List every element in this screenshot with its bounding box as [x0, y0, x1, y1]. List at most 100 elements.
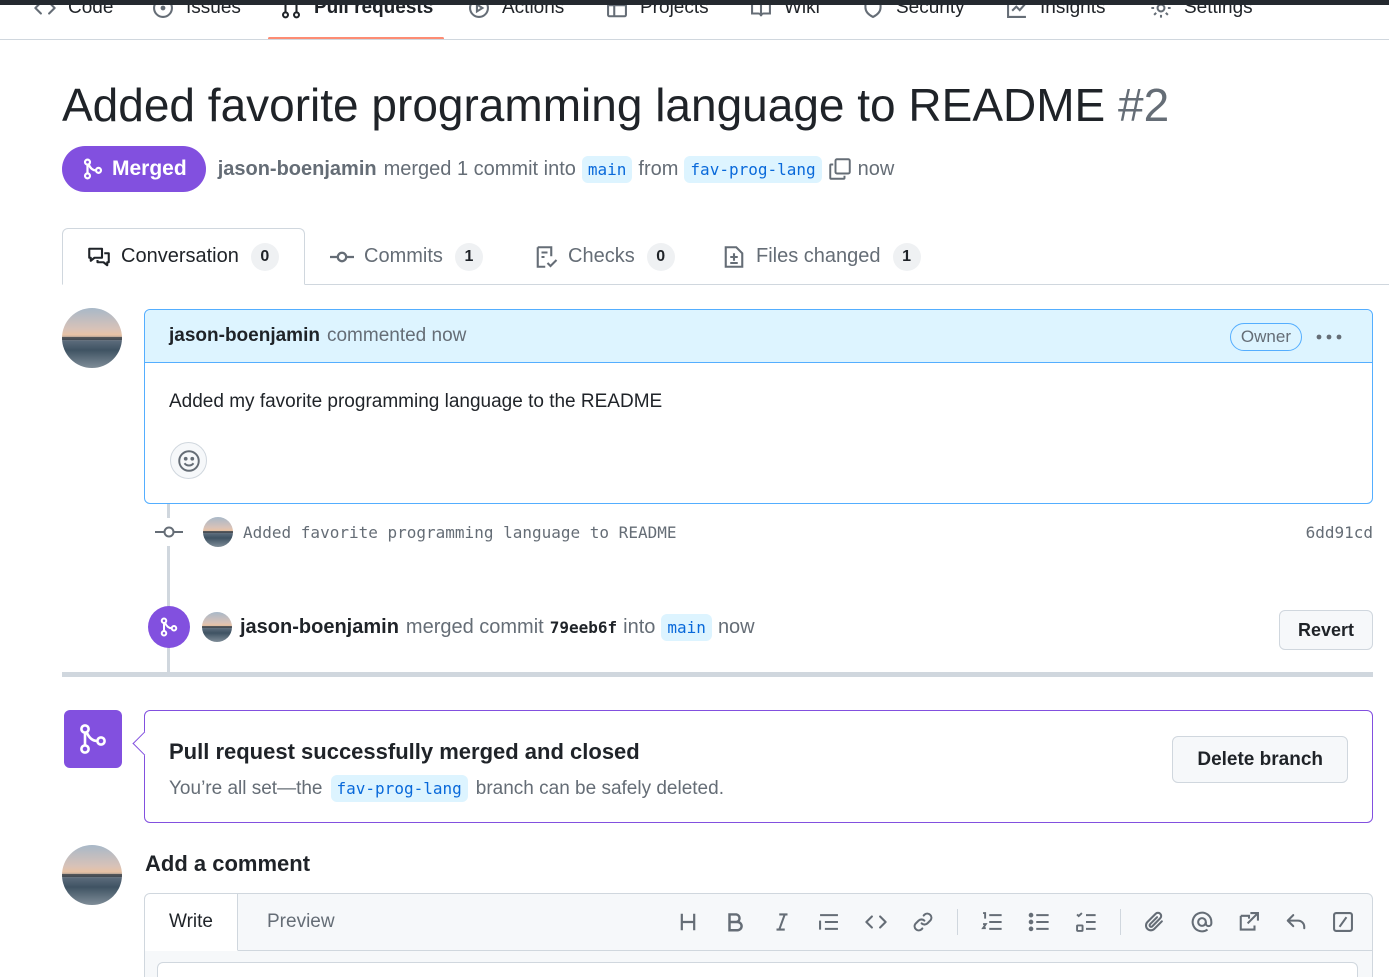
pr-title: Added favorite programming language to R… — [62, 78, 1169, 132]
into-text: into — [623, 615, 656, 638]
kebab-menu-icon[interactable] — [1314, 325, 1344, 349]
merge-status-title: Pull request successfully merged and clo… — [169, 739, 640, 764]
repo-tab-issues[interactable]: Issues — [152, 5, 241, 23]
comment-header: jason-boenjamin commented now Owner — [145, 310, 1372, 363]
issue-icon — [153, 5, 173, 18]
merge-branch[interactable]: main — [661, 613, 712, 641]
cross-reference-icon[interactable] — [1234, 907, 1264, 937]
git-merge-icon — [83, 158, 103, 180]
git-merge-icon — [148, 606, 190, 648]
comment-action: commented now — [326, 325, 467, 346]
pr-number: #2 — [1118, 79, 1170, 131]
file-diff-icon — [724, 245, 744, 268]
comment-textarea[interactable] — [157, 962, 1358, 977]
mention-icon[interactable] — [1187, 907, 1217, 937]
book-icon — [751, 5, 771, 17]
pr-tabs: Conversation 0 Commits 1 Checks 0 Files … — [0, 228, 1389, 285]
commit-sha-link[interactable]: 6dd91cd — [1306, 523, 1373, 542]
git-merge-icon — [64, 710, 122, 768]
graph-icon — [1007, 5, 1026, 18]
copy-icon[interactable] — [828, 157, 852, 181]
timeline-commit: Added favorite programming language to R… — [155, 515, 1373, 549]
pr-author-link[interactable]: jason-boenjamin — [218, 158, 377, 181]
pr-time: now — [857, 157, 895, 180]
shield-icon — [864, 5, 882, 19]
commit-message-link[interactable]: Added favorite programming language to R… — [243, 523, 676, 542]
delete-branch-button[interactable]: Delete branch — [1172, 736, 1348, 783]
repo-tab-actions[interactable]: Actions — [468, 5, 564, 23]
merge-text: merged commit — [405, 615, 544, 638]
repo-tab-settings[interactable]: Settings — [1150, 5, 1253, 23]
link-icon[interactable] — [908, 907, 938, 937]
paperclip-icon[interactable] — [1140, 907, 1170, 937]
editor-tabs: Write Preview — [145, 894, 1372, 951]
checks-count: 0 — [646, 242, 675, 271]
pull-request-icon — [281, 5, 301, 19]
toolbar-divider — [1120, 909, 1121, 935]
base-branch[interactable]: main — [581, 155, 633, 183]
repo-nav: Code Issues Pull requests Actions Projec… — [0, 5, 1389, 40]
revert-button[interactable]: Revert — [1278, 610, 1373, 650]
tab-commits[interactable]: Commits 1 — [330, 228, 483, 285]
add-comment-heading: Add a comment — [145, 851, 311, 876]
toolbar-divider — [957, 909, 958, 935]
timeline-merge-event: jason-boenjamin merged commit 79eeb6f in… — [148, 606, 1373, 650]
tab-checks[interactable]: Checks 0 — [534, 228, 675, 285]
merge-status-desc: You’re all set—the fav-prog-lang branch … — [169, 775, 724, 802]
repo-tab-security[interactable]: Security — [862, 5, 965, 23]
repo-tab-wiki[interactable]: Wiki — [750, 5, 820, 23]
write-tab[interactable]: Write — [145, 894, 238, 951]
slash-command-icon[interactable] — [1328, 907, 1358, 937]
repo-tab-insights[interactable]: Insights — [1006, 5, 1105, 23]
active-tab-underline — [268, 37, 444, 39]
bold-icon[interactable] — [720, 907, 750, 937]
owner-badge: Owner — [1229, 323, 1302, 351]
add-reaction-button[interactable] — [170, 442, 207, 479]
play-icon — [469, 5, 489, 18]
commit-avatar[interactable] — [203, 517, 233, 547]
avatar[interactable] — [62, 845, 122, 905]
quote-icon[interactable] — [814, 907, 844, 937]
git-commit-icon — [330, 251, 354, 262]
reply-icon[interactable] — [1281, 907, 1311, 937]
code-icon[interactable] — [861, 907, 891, 937]
gear-icon — [1151, 5, 1171, 18]
merge-avatar[interactable] — [202, 612, 232, 642]
heading-icon[interactable] — [673, 907, 703, 937]
repo-tab-pull-requests[interactable]: Pull requests — [280, 5, 433, 23]
italic-icon[interactable] — [767, 907, 797, 937]
from-text: from — [638, 157, 679, 180]
deletable-branch[interactable]: fav-prog-lang — [330, 775, 468, 802]
commits-count: 1 — [454, 242, 483, 271]
head-branch[interactable]: fav-prog-lang — [684, 155, 822, 183]
git-commit-icon — [155, 518, 183, 546]
tab-conversation[interactable]: Conversation 0 — [62, 228, 305, 285]
avatar[interactable] — [62, 308, 122, 368]
merge-status-box: Pull request successfully merged and clo… — [144, 710, 1373, 823]
checklist-icon — [536, 245, 558, 268]
repo-tab-projects[interactable]: Projects — [606, 5, 709, 23]
markdown-toolbar — [656, 907, 1358, 937]
unordered-list-icon[interactable] — [1024, 907, 1054, 937]
comment-discussion-icon — [88, 247, 110, 266]
merge-author-link[interactable]: jason-boenjamin — [240, 616, 399, 639]
task-list-icon[interactable] — [1071, 907, 1101, 937]
merge-sha-link[interactable]: 79eeb6f — [550, 618, 617, 637]
merged-text: merged 1 commit into — [383, 157, 576, 180]
merge-time: now — [717, 615, 755, 638]
pr-description-comment: jason-boenjamin commented now Owner Adde… — [144, 309, 1373, 504]
smiley-icon — [177, 449, 200, 472]
pr-meta: Merged jason-boenjamin merged 1 commit i… — [62, 146, 894, 192]
conversation-count: 0 — [250, 242, 279, 271]
code-icon — [34, 5, 56, 15]
tab-files-changed[interactable]: Files changed 1 — [722, 228, 921, 285]
ordered-list-icon[interactable] — [977, 907, 1007, 937]
repo-tab-code[interactable]: Code — [34, 5, 113, 23]
table-icon — [607, 5, 627, 18]
preview-tab[interactable]: Preview — [243, 894, 359, 951]
pr-title-text: Added favorite programming language to R… — [62, 79, 1106, 131]
files-changed-count: 1 — [892, 242, 921, 271]
comment-body: Added my favorite programming language t… — [169, 391, 663, 412]
comment-author[interactable]: jason-boenjamin — [169, 325, 320, 347]
timeline-divider — [62, 672, 1373, 677]
